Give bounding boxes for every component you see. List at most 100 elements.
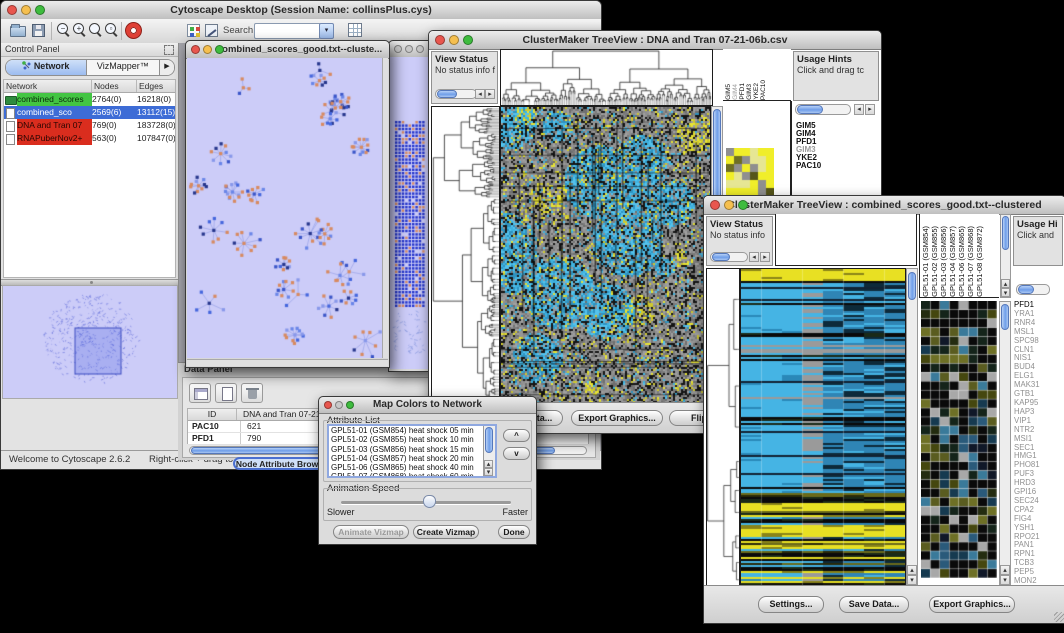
gene-label[interactable]: TCB3	[1014, 559, 1064, 568]
zoom-fit-icon[interactable]	[89, 23, 104, 38]
tv2-heatmap-vscrollbar[interactable]: ▴ ▾	[906, 268, 918, 586]
column-label[interactable]: GPL51-01 (GSM854)	[921, 226, 930, 297]
attr-col-id[interactable]: ID	[188, 409, 237, 420]
gene-label[interactable]: YKE2	[796, 154, 877, 162]
done-button[interactable]: Done	[498, 525, 530, 539]
attribute-list-vscrollbar[interactable]: ▴ ▾	[483, 426, 495, 476]
gene-label[interactable]: SPC98	[1014, 337, 1064, 346]
minimize-icon[interactable]	[21, 5, 31, 15]
tv2-row-dendrogram[interactable]	[706, 268, 740, 588]
gene-label[interactable]: VIP1	[1014, 417, 1064, 426]
scroll-down-icon[interactable]: ▾	[1000, 575, 1010, 585]
gene-label[interactable]: CPA2	[1014, 506, 1064, 515]
col-edges[interactable]: Edges	[137, 80, 175, 92]
col-network[interactable]: Network	[4, 80, 92, 92]
treeview2-titlebar[interactable]: ClusterMaker TreeView : combined_scores_…	[704, 196, 1064, 215]
col-nodes[interactable]: Nodes	[92, 80, 137, 92]
close-icon[interactable]	[710, 200, 720, 210]
attribute-item[interactable]: GPL51-01 (GSM854) heat shock 05 min	[329, 426, 484, 435]
float-panel-icon[interactable]	[164, 45, 174, 55]
tv2-hints-scrollbar[interactable]	[1016, 284, 1050, 295]
scroll-up-icon[interactable]: ▴	[907, 565, 917, 575]
birdseye-view[interactable]	[2, 285, 178, 399]
scroll-right-icon[interactable]: ▸	[485, 89, 495, 99]
scroll-left-icon[interactable]: ◂	[749, 252, 759, 262]
scroll-right-icon[interactable]: ▸	[760, 252, 770, 262]
zoom-window-icon[interactable]	[215, 45, 224, 54]
column-label[interactable]: GPL51-06 (GSM865)	[957, 226, 966, 297]
gene-label[interactable]: PAC10	[796, 162, 877, 170]
network-list-row[interactable]: combined_sco2569(6)13112(15)	[4, 106, 175, 119]
gene-label[interactable]: CLN1	[1014, 346, 1064, 355]
column-label[interactable]: PFD1	[739, 83, 746, 100]
tv1-status-scrollbar[interactable]	[435, 89, 477, 99]
network1-vscrollbar[interactable]	[382, 58, 388, 358]
zoom-window-icon[interactable]	[346, 401, 354, 409]
gene-label[interactable]: HRD3	[1014, 479, 1064, 488]
search-dropdown-arrow[interactable]: ▾	[319, 23, 334, 39]
speed-slider-thumb[interactable]	[423, 495, 436, 508]
attribute-item[interactable]: GPL51-03 (GSM856) heat shock 15 min	[329, 445, 484, 454]
gene-label[interactable]: YRA1	[1014, 310, 1064, 319]
network-list-row[interactable]: RNAPuberNov2+563(0)107847(0)	[4, 132, 175, 145]
zoom-window-icon[interactable]	[738, 200, 748, 210]
spreadsheet-icon[interactable]	[189, 383, 211, 403]
column-label[interactable]: GIM5	[725, 84, 732, 100]
attribute-item[interactable]: GPL51-07 (GSM868) heat shock 60 min	[329, 472, 484, 478]
scroll-up-icon[interactable]: ▴	[484, 460, 493, 468]
main-titlebar[interactable]: Cytoscape Desktop (Session Name: collins…	[1, 1, 601, 20]
scroll-up-icon[interactable]: ▴	[1001, 279, 1010, 288]
tv2-labels-vscrollbar[interactable]: ▴ ▾	[1000, 214, 1011, 298]
network2-titlebar[interactable]	[389, 41, 429, 58]
column-label[interactable]: GPL51-04 (GSM857)	[948, 226, 957, 297]
tab-network[interactable]: Network	[6, 60, 87, 75]
close-icon[interactable]	[435, 35, 445, 45]
gene-label[interactable]: NIS1	[1014, 354, 1064, 363]
tv2-global-heatmap[interactable]	[740, 268, 906, 588]
zoom-window-icon[interactable]	[463, 35, 473, 45]
gene-label[interactable]: PAN1	[1014, 541, 1064, 550]
export-graphics-button[interactable]: Export Graphics...	[929, 596, 1015, 613]
gene-label[interactable]: PEP5	[1014, 568, 1064, 577]
tab-overflow-arrow[interactable]: ▶	[159, 60, 174, 75]
zoom-in-icon[interactable]: +	[73, 23, 88, 38]
resize-grip[interactable]	[1054, 612, 1064, 622]
attribute-item[interactable]: GPL51-04 (GSM857) heat shock 20 min	[329, 454, 484, 463]
gene-label[interactable]: HAP3	[1014, 408, 1064, 417]
column-label[interactable]: YKE2	[753, 83, 760, 100]
gene-label[interactable]: PFD1	[1014, 301, 1064, 310]
gene-label[interactable]: KAP95	[1014, 399, 1064, 408]
gene-label[interactable]: ELG1	[1014, 372, 1064, 381]
tv1-global-heatmap[interactable]	[500, 106, 711, 405]
network-view-canvas[interactable]	[187, 58, 382, 358]
network1-titlebar[interactable]: combined_scores_good.txt--cluste...	[186, 41, 389, 59]
column-label[interactable]: PAC10	[760, 80, 767, 100]
gene-label[interactable]: PUF3	[1014, 470, 1064, 479]
tv1-row-dendrogram[interactable]	[431, 106, 500, 405]
column-label[interactable]: GIM4	[732, 84, 739, 100]
attribute-listbox[interactable]: GPL51-01 (GSM854) heat shock 05 minGPL51…	[327, 424, 497, 478]
gene-label[interactable]: RPO21	[1014, 533, 1064, 542]
zoom-window-icon[interactable]	[35, 5, 45, 15]
scroll-down-icon[interactable]: ▾	[484, 468, 493, 476]
tv1-label-hscrollbar[interactable]	[795, 104, 851, 115]
scroll-up-icon[interactable]: ▴	[1000, 565, 1010, 575]
column-label[interactable]: GPL51-08 (GSM872)	[975, 226, 984, 297]
scroll-right-icon[interactable]: ▸	[865, 104, 875, 115]
gene-label[interactable]: FIG4	[1014, 515, 1064, 524]
open-session-icon[interactable]	[10, 26, 26, 37]
gene-label[interactable]: MSL1	[1014, 328, 1064, 337]
gene-label[interactable]: NTR2	[1014, 426, 1064, 435]
attribute-item[interactable]: GPL51-02 (GSM855) heat shock 10 min	[329, 435, 484, 444]
vizmapper-shortcut-icon[interactable]	[187, 24, 200, 37]
help-lifering-icon[interactable]	[126, 23, 141, 38]
network-list-row[interactable]: DNA and Tran 07769(0)183728(0)	[4, 119, 175, 132]
scroll-left-icon[interactable]: ◂	[854, 104, 864, 115]
gene-label[interactable]: BUD4	[1014, 363, 1064, 372]
treeview1-titlebar[interactable]: ClusterMaker TreeView : DNA and Tran 07-…	[429, 31, 881, 50]
gene-label[interactable]: GIM3	[796, 146, 877, 154]
trash-icon[interactable]	[241, 383, 263, 403]
scroll-left-icon[interactable]: ◂	[475, 89, 485, 99]
attribute-item[interactable]: GPL51-06 (GSM865) heat shock 40 min	[329, 463, 484, 472]
gene-label[interactable]: MAK31	[1014, 381, 1064, 390]
